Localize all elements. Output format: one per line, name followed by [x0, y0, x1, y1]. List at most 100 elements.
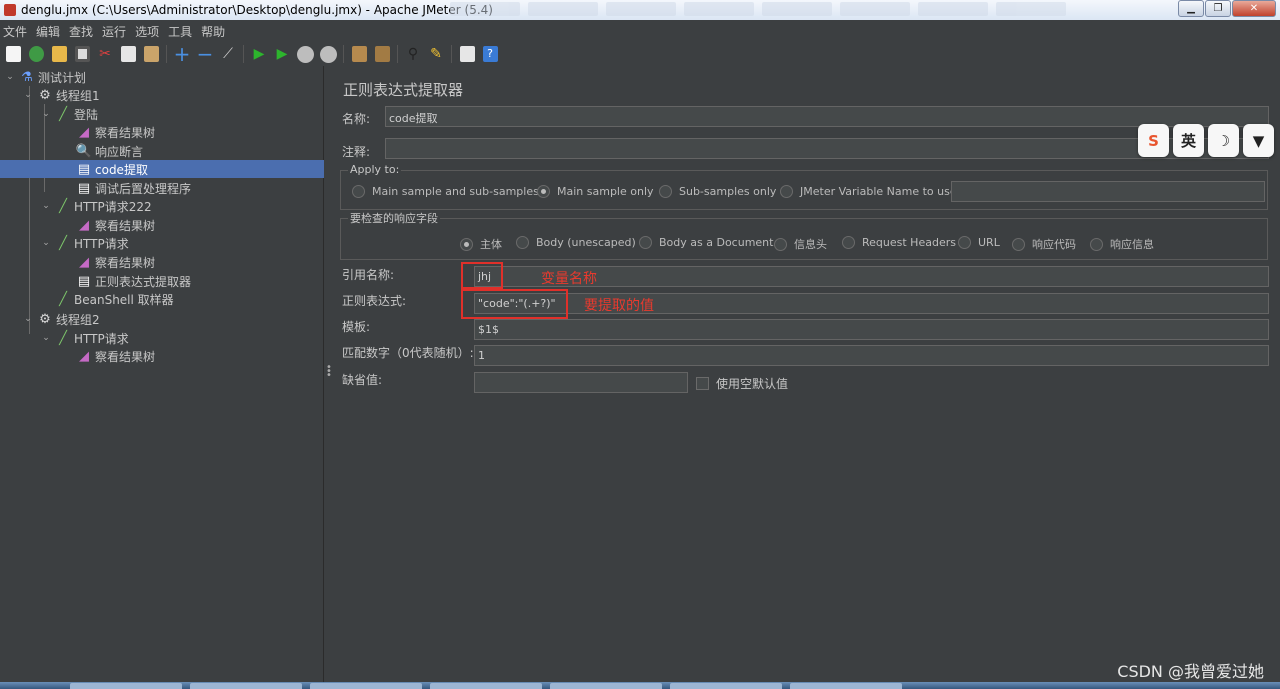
- default-value-field[interactable]: [474, 372, 688, 393]
- toggle-icon[interactable]: ⟋: [218, 44, 238, 64]
- tree-item-debug-postprocessor[interactable]: ▤ 调试后置处理程序: [76, 179, 191, 197]
- menu-search[interactable]: 查找: [69, 23, 93, 40]
- chart-icon: ◢: [79, 348, 89, 364]
- paste-icon[interactable]: [141, 44, 161, 64]
- tree-item-http-request-222[interactable]: ⌄ ╱ HTTP请求222: [40, 197, 151, 215]
- name-label: 名称:: [342, 112, 371, 126]
- moon-icon[interactable]: ☽: [1208, 124, 1239, 157]
- collapse-icon[interactable]: −: [195, 42, 215, 66]
- field-url-radio[interactable]: URL: [958, 236, 1000, 249]
- document-icon: ▤: [77, 273, 91, 289]
- start-icon[interactable]: ▶: [249, 44, 269, 64]
- ref-name-annotation: 变量名称: [541, 271, 597, 287]
- apply-main-only-radio[interactable]: Main sample only: [537, 185, 654, 198]
- name-field[interactable]: code提取: [385, 106, 1269, 127]
- chevron-down-icon[interactable]: ⌄: [4, 72, 16, 82]
- ime-floating-toolbar: S 英 ☽ ▼: [1138, 124, 1274, 157]
- save-icon[interactable]: [72, 44, 92, 64]
- windows-taskbar: [0, 682, 1280, 689]
- magnifier-icon: 🔍: [75, 143, 93, 159]
- apply-to-label: Apply to:: [348, 163, 402, 176]
- field-response-code-radio[interactable]: 响应代码: [1012, 236, 1076, 252]
- tree-item-thread-group-1[interactable]: ⌄ ⚙ 线程组1: [22, 86, 99, 104]
- close-button[interactable]: ✕: [1232, 0, 1276, 17]
- document-icon: ▤: [77, 161, 91, 177]
- pipette-icon: ╱: [59, 235, 67, 251]
- menu-run[interactable]: 运行: [102, 23, 126, 40]
- clear-all-icon[interactable]: [372, 44, 392, 64]
- pipette-icon: ╱: [59, 106, 67, 122]
- field-headers-radio[interactable]: 信息头: [774, 236, 827, 252]
- templates-icon[interactable]: [26, 44, 46, 64]
- tree-item-login-sampler[interactable]: ⌄ ╱ 登陆: [40, 105, 98, 123]
- tree-item-view-results-tree[interactable]: ◢ 察看结果树: [76, 216, 155, 234]
- tree-item-regex-extractor[interactable]: ▤ 正则表达式提取器: [76, 272, 191, 290]
- ref-name-highlight-box: [461, 262, 503, 289]
- panel-title: 正则表达式提取器: [343, 81, 464, 99]
- split-pane-handle[interactable]: • • •: [326, 363, 332, 381]
- jmeter-variable-field[interactable]: [951, 181, 1265, 202]
- tree-item-http-request[interactable]: ⌄ ╱ HTTP请求: [40, 329, 129, 347]
- expand-icon[interactable]: +: [172, 42, 192, 66]
- apply-sub-only-radio[interactable]: Sub-samples only: [659, 185, 776, 198]
- field-body-unescaped-radio[interactable]: Body (unescaped): [516, 236, 636, 249]
- menu-options[interactable]: 选项: [135, 23, 159, 40]
- menu-edit[interactable]: 编辑: [36, 23, 60, 40]
- menu-bar: 文件 编辑 查找 运行 选项 工具 帮助: [0, 21, 1280, 41]
- tree-item-thread-group-2[interactable]: ⌄ ⚙ 线程组2: [22, 310, 99, 328]
- field-body-radio[interactable]: 主体: [460, 236, 502, 252]
- ime-language-button[interactable]: 英: [1173, 124, 1204, 157]
- chevron-down-icon[interactable]: ⌄: [40, 333, 52, 343]
- tree-item-view-results-tree[interactable]: ◢ 察看结果树: [76, 123, 155, 141]
- main-toolbar: ✂ + − ⟋ ▶ ▶ ⚲ ✎ ?: [0, 41, 1280, 67]
- tree-item-view-results-tree[interactable]: ◢ 察看结果树: [76, 347, 155, 365]
- chevron-down-icon[interactable]: ⌄: [40, 201, 52, 211]
- menu-file[interactable]: 文件: [3, 23, 27, 40]
- comment-field[interactable]: [385, 138, 1269, 159]
- copy-icon[interactable]: [118, 44, 138, 64]
- window-controls: ▁ ❐ ✕: [1178, 0, 1276, 17]
- sogou-logo-icon[interactable]: S: [1138, 124, 1169, 157]
- clear-icon[interactable]: [349, 44, 369, 64]
- gear-icon: ⚙: [39, 87, 51, 103]
- tree-item-response-assertion[interactable]: 🔍 响应断言: [76, 142, 143, 160]
- new-icon[interactable]: [3, 44, 23, 64]
- reset-search-icon[interactable]: ✎: [426, 44, 446, 64]
- tree-item-view-results-tree[interactable]: ◢ 察看结果树: [76, 253, 155, 271]
- menu-help[interactable]: 帮助: [201, 23, 225, 40]
- open-icon[interactable]: [49, 44, 69, 64]
- tree-item-beanshell-sampler[interactable]: ╱ BeanShell 取样器: [55, 290, 174, 308]
- function-helper-icon[interactable]: [457, 44, 477, 64]
- tree-item-code-extractor[interactable]: ▤ code提取: [0, 160, 324, 178]
- chevron-down-icon[interactable]: ⌄: [22, 314, 34, 324]
- stop-icon[interactable]: [295, 44, 315, 64]
- shirt-icon[interactable]: ▼: [1243, 124, 1274, 157]
- tree-item-http-request[interactable]: ⌄ ╱ HTTP请求: [40, 234, 129, 252]
- minimize-button[interactable]: ▁: [1178, 0, 1204, 17]
- apply-jmeter-variable-radio[interactable]: JMeter Variable Name to use: [780, 185, 957, 198]
- field-body-as-document-radio[interactable]: Body as a Document: [639, 236, 773, 249]
- gear-icon: ⚙: [39, 311, 51, 327]
- tree-item-test-plan[interactable]: ⌄ ⚗ 测试计划: [4, 68, 86, 86]
- chart-icon: ◢: [79, 124, 89, 140]
- use-empty-default-checkbox[interactable]: 使用空默认值: [696, 375, 788, 392]
- field-request-headers-radio[interactable]: Request Headers: [842, 236, 956, 249]
- match-no-field[interactable]: 1: [474, 345, 1269, 366]
- chevron-down-icon[interactable]: ⌄: [40, 109, 52, 119]
- apply-main-and-sub-radio[interactable]: Main sample and sub-samples: [352, 185, 539, 198]
- shutdown-icon[interactable]: [318, 44, 338, 64]
- help-icon[interactable]: ?: [480, 44, 500, 64]
- chevron-down-icon[interactable]: ⌄: [22, 90, 34, 100]
- chevron-down-icon[interactable]: ⌄: [40, 238, 52, 248]
- chart-icon: ◢: [79, 254, 89, 270]
- ref-name-label: 引用名称:: [342, 268, 395, 282]
- template-field[interactable]: $1$: [474, 319, 1269, 340]
- field-response-message-radio[interactable]: 响应信息: [1090, 236, 1154, 252]
- csdn-watermark: CSDN @我曾爱过她: [1117, 662, 1264, 681]
- pipette-icon: ╱: [59, 198, 67, 214]
- search-icon[interactable]: ⚲: [403, 44, 423, 64]
- start-no-pause-icon[interactable]: ▶: [272, 44, 292, 64]
- maximize-button[interactable]: ❐: [1205, 0, 1231, 17]
- cut-icon[interactable]: ✂: [95, 44, 115, 64]
- menu-tools[interactable]: 工具: [168, 23, 192, 40]
